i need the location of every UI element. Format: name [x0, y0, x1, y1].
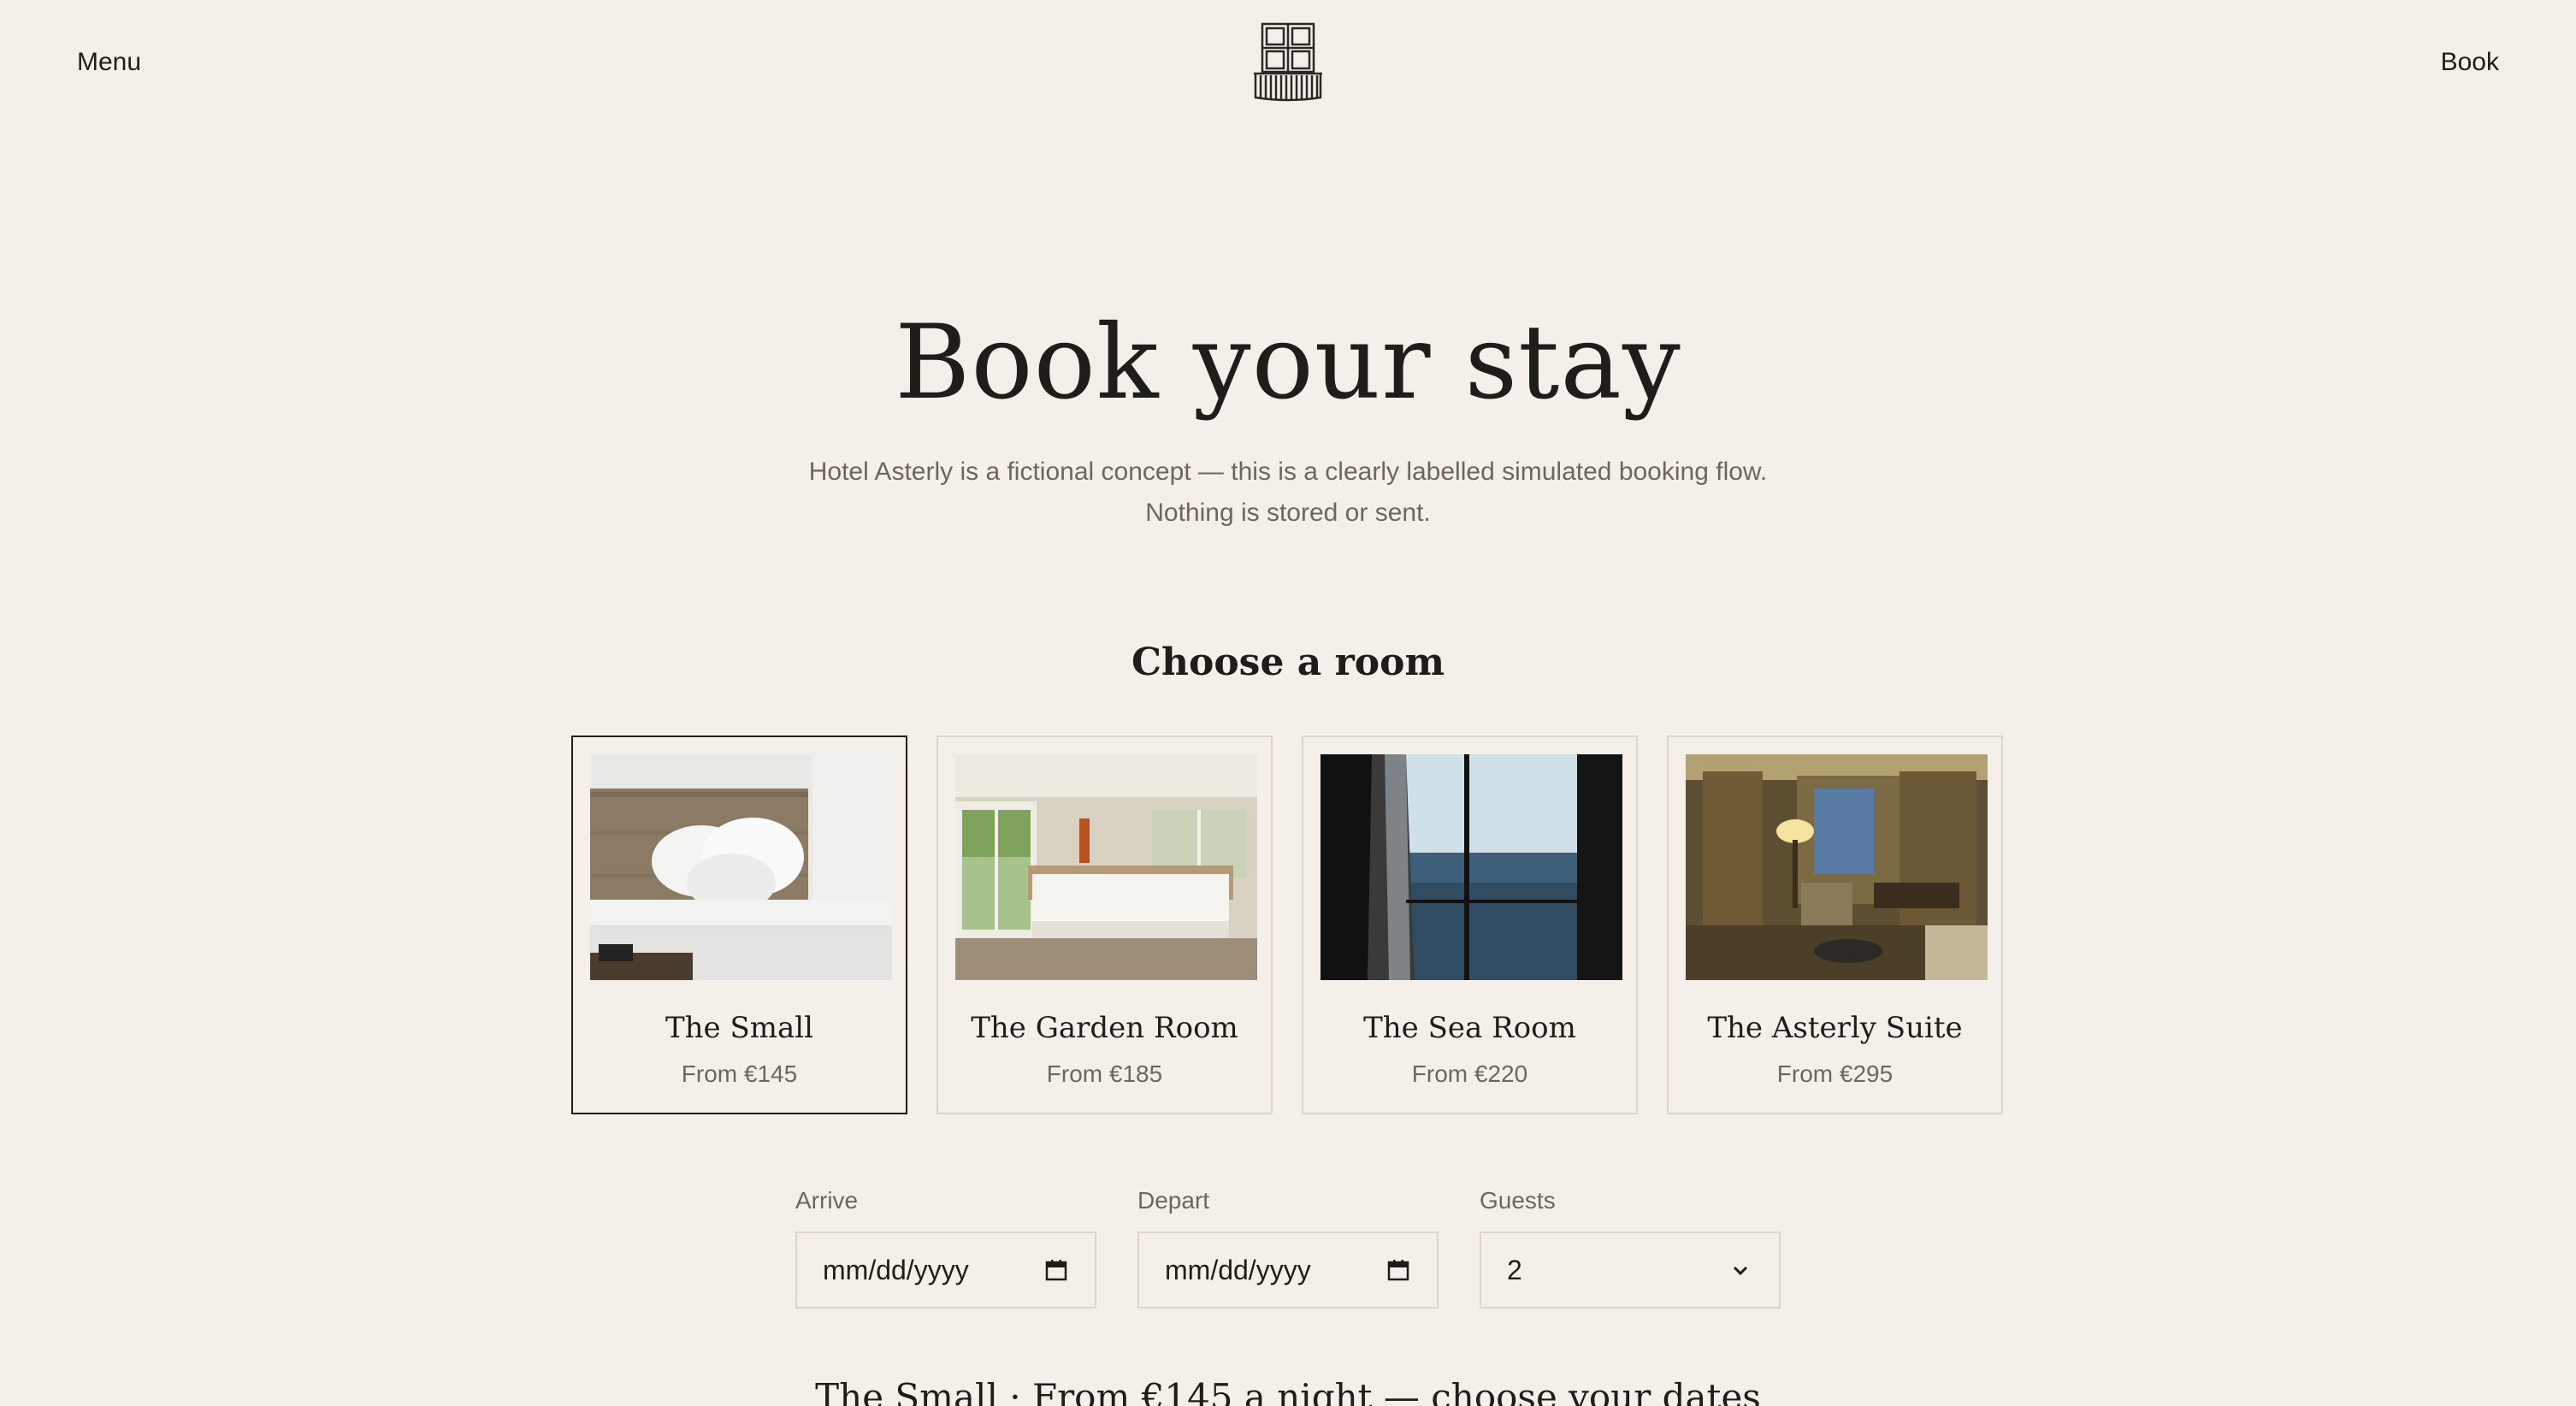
room-name: The Small — [665, 1011, 814, 1045]
room-name: The Sea Room — [1363, 1011, 1576, 1045]
room-photo — [1320, 754, 1622, 980]
guests-select[interactable]: 2 — [1480, 1232, 1781, 1309]
page-title: Book your stay — [895, 304, 1681, 422]
guests-value: 2 — [1507, 1254, 1522, 1285]
arrive-date-input[interactable]: mm/dd/yyyy — [795, 1232, 1096, 1309]
arrive-date-value: mm/dd/yyyy — [823, 1254, 969, 1285]
guests-label: Guests — [1480, 1187, 1556, 1214]
booking-summary: The Small · From €145 a night — choose y… — [815, 1376, 1761, 1406]
page-subtitle: Hotel Asterly is a fictional concept — t… — [808, 458, 1768, 527]
hotel-logo-icon[interactable] — [1250, 21, 1326, 103]
depart-date-input[interactable]: mm/dd/yyyy — [1137, 1232, 1439, 1309]
room-name: The Garden Room — [971, 1011, 1238, 1045]
depart-label: Depart — [1137, 1187, 1210, 1214]
rooms-section-title: Choose a room — [1131, 641, 1445, 684]
room-card-the-asterly-suite[interactable]: The Asterly Suite From €295 — [1667, 735, 2003, 1114]
book-link[interactable]: Book — [2441, 44, 2499, 80]
room-photo — [955, 754, 1257, 980]
room-card-the-small[interactable]: The Small From €145 — [571, 735, 907, 1114]
calendar-icon[interactable] — [1385, 1257, 1411, 1283]
room-photo — [1686, 754, 1988, 980]
calendar-icon[interactable] — [1043, 1257, 1069, 1283]
room-card-the-sea-room[interactable]: The Sea Room From €220 — [1302, 735, 1638, 1114]
booking-page: Menu Book Book your stay Hotel Asterly i… — [0, 0, 2576, 1406]
depart-date-value: mm/dd/yyyy — [1165, 1254, 1311, 1285]
room-price: From €145 — [681, 1060, 798, 1087]
menu-link[interactable]: Menu — [77, 44, 141, 80]
room-price: From €185 — [1046, 1060, 1163, 1087]
room-name: The Asterly Suite — [1707, 1011, 1963, 1045]
chevron-down-icon — [1728, 1257, 1753, 1283]
room-card-the-garden-room[interactable]: The Garden Room From €185 — [936, 735, 1273, 1114]
room-photo — [590, 754, 892, 980]
room-price: From €220 — [1411, 1060, 1528, 1087]
arrive-label: Arrive — [795, 1187, 859, 1214]
room-price: From €295 — [1776, 1060, 1894, 1087]
